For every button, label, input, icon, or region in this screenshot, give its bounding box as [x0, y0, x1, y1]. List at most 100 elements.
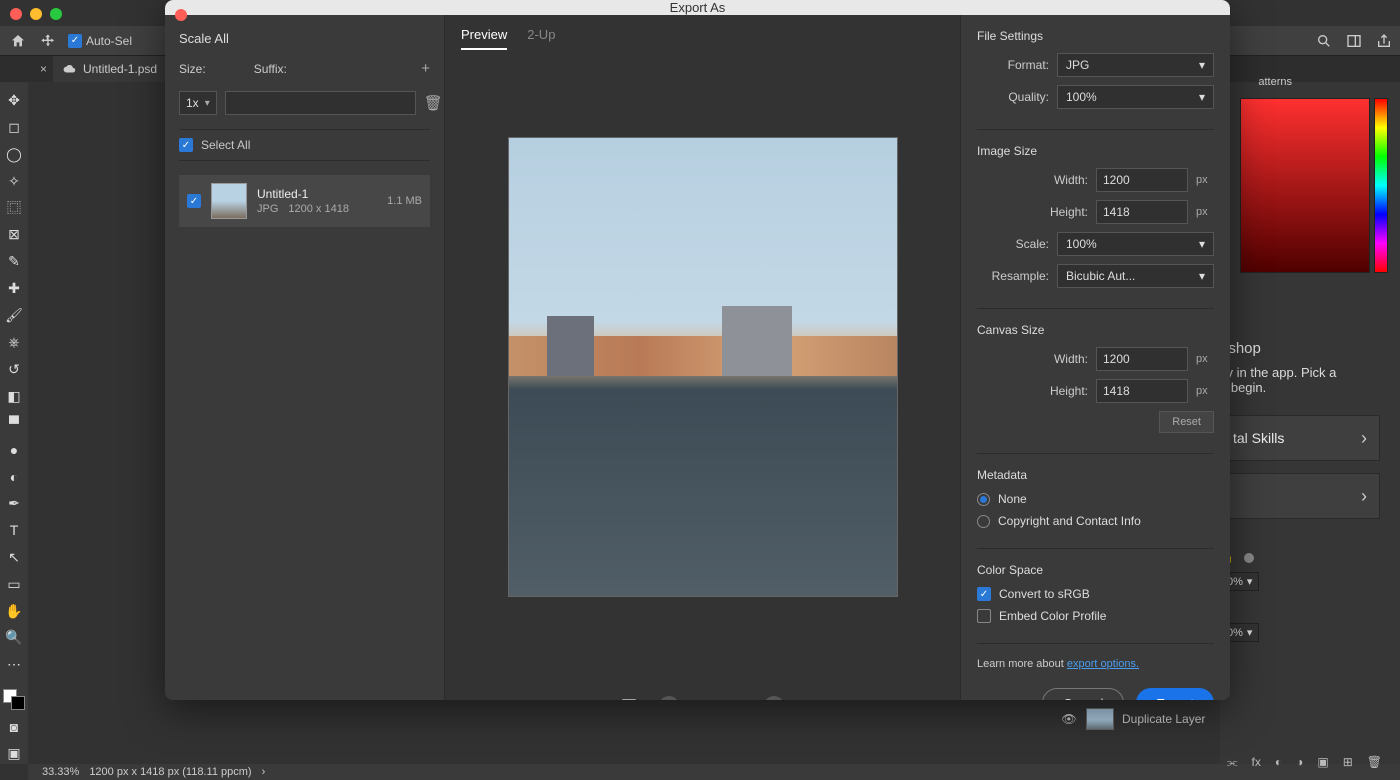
link-layers-icon[interactable]: ⫘ [1227, 755, 1238, 770]
new-layer-icon[interactable]: ⊞ [1343, 755, 1353, 770]
shape-tool-icon[interactable]: ▭ [3, 574, 25, 595]
resample-label: Resample: [977, 269, 1049, 283]
image-scale-dropdown[interactable]: 100%▾ [1057, 232, 1214, 256]
dialog-title: Export As [670, 0, 726, 15]
canvas-height-input[interactable] [1096, 379, 1188, 403]
adjustment-icon[interactable]: ◑ [1296, 755, 1303, 770]
reset-button[interactable]: Reset [1159, 411, 1214, 433]
search-icon[interactable] [1316, 33, 1332, 49]
add-scale-icon[interactable]: + [421, 60, 430, 77]
auto-select-checkbox[interactable]: ✓ Auto-Sel [68, 34, 132, 48]
healing-tool-icon[interactable]: ✚ [3, 278, 25, 299]
embed-profile-checkbox[interactable]: Embed Color Profile [977, 609, 1214, 623]
history-brush-icon[interactable]: ↺ [3, 359, 25, 380]
checkbox-checked-icon[interactable]: ✓ [179, 138, 193, 152]
minimize-icon[interactable] [30, 8, 42, 20]
checkbox-checked-icon[interactable]: ✓ [187, 194, 201, 208]
screen-mode-icon[interactable]: ▣ [3, 743, 25, 764]
delete-scale-icon[interactable]: 🗑 [424, 94, 443, 112]
fit-icon[interactable] [621, 698, 637, 700]
document-tab[interactable]: Untitled-1.psd [53, 56, 167, 82]
metadata-copyright-radio[interactable]: Copyright and Contact Info [977, 514, 1214, 528]
resample-dropdown[interactable]: Bicubic Aut...▾ [1057, 264, 1214, 288]
zoom-in-button[interactable]: + [764, 696, 784, 700]
zoom-out-button[interactable]: − [659, 696, 679, 700]
stamp-tool-icon[interactable]: ⎈ [3, 332, 25, 353]
tab-preview[interactable]: Preview [461, 27, 507, 50]
suffix-input[interactable] [225, 91, 416, 115]
type-tool-icon[interactable]: T [3, 520, 25, 541]
fx-icon[interactable]: fx [1252, 755, 1261, 770]
layer-row[interactable]: 👁 Duplicate Layer [1060, 708, 1380, 730]
panel-toggle-icon[interactable] [1346, 33, 1362, 49]
folder-icon[interactable]: ▣ [1317, 755, 1328, 770]
canvas-size-section: Canvas Size Width: px Height: px Reset [977, 323, 1214, 454]
visibility-icon[interactable]: 👁 [1060, 712, 1078, 726]
tab-close-icon[interactable]: × [40, 62, 47, 76]
radio-off-icon [977, 515, 990, 528]
chevron-right-icon: › [1361, 428, 1367, 449]
scale-panel: Scale All Size: Suffix: + 1x ▾ 🗑 ✓ Selec… [165, 15, 445, 700]
asset-row[interactable]: ✓ Untitled-1 JPG 1200 x 1418 1.1 MB [179, 175, 430, 227]
status-chevron-icon[interactable]: › [262, 766, 266, 778]
dialog-titlebar[interactable]: Export As [165, 0, 1230, 15]
hand-tool-icon[interactable]: ✋ [3, 601, 25, 622]
pen-tool-icon[interactable]: ✒ [3, 493, 25, 514]
marquee-tool-icon[interactable]: ◻ [3, 117, 25, 138]
color-swatches[interactable] [3, 689, 25, 710]
wand-tool-icon[interactable]: ✧ [3, 171, 25, 192]
eraser-tool-icon[interactable]: ◧ [3, 386, 25, 407]
path-tool-icon[interactable]: ↖ [3, 547, 25, 568]
move-tool-icon[interactable] [38, 31, 58, 51]
canvas-width-input[interactable] [1096, 347, 1188, 371]
hue-slider[interactable] [1374, 98, 1388, 273]
unit-label: px [1196, 385, 1214, 397]
zoom-tool-icon[interactable]: 🔍 [3, 628, 25, 649]
image-size-heading: Image Size [977, 144, 1214, 158]
trash-icon[interactable]: 🗑 [1367, 755, 1382, 770]
status-zoom[interactable]: 33.33% [42, 766, 79, 778]
home-icon[interactable] [8, 31, 28, 51]
image-width-input[interactable] [1096, 168, 1188, 192]
metadata-heading: Metadata [977, 468, 1214, 482]
more-tools-icon[interactable]: ⋯ [3, 654, 25, 675]
gradient-tool-icon[interactable]: ▀ [3, 413, 25, 434]
brush-tool-icon[interactable]: 🖌 [3, 305, 25, 326]
format-dropdown[interactable]: JPG▾ [1057, 53, 1214, 77]
move-tool-icon[interactable]: ✥ [3, 90, 25, 111]
frame-tool-icon[interactable]: ⊠ [3, 224, 25, 245]
patterns-tab[interactable]: atterns [1258, 76, 1292, 88]
embed-profile-label: Embed Color Profile [999, 609, 1106, 623]
scale-dropdown[interactable]: 1x ▾ [179, 91, 217, 115]
convert-srgb-checkbox[interactable]: ✓ Convert to sRGB [977, 587, 1214, 601]
tab-2up[interactable]: 2-Up [527, 27, 555, 50]
cancel-button[interactable]: Cancel [1042, 688, 1124, 700]
select-all-row[interactable]: ✓ Select All [179, 129, 430, 161]
tools-panel: ✥ ◻ ◯ ✧ ⿴ ⊠ ✎ ✚ 🖌 ⎈ ↺ ◧ ▀ ● ◐ ✒ T ↖ ▭ ✋ … [0, 82, 28, 764]
preview-canvas[interactable] [459, 60, 946, 674]
dodge-tool-icon[interactable]: ◐ [3, 466, 25, 487]
crop-tool-icon[interactable]: ⿴ [3, 198, 25, 219]
close-icon[interactable] [10, 8, 22, 20]
skills-button[interactable]: tal Skills › [1220, 415, 1380, 461]
select-all-label: Select All [201, 138, 250, 152]
eyedropper-tool-icon[interactable]: ✎ [3, 251, 25, 272]
canvas-height-label: Height: [1016, 384, 1088, 398]
lasso-tool-icon[interactable]: ◯ [3, 144, 25, 165]
size-label: Size: [179, 62, 206, 76]
export-button[interactable]: Export [1136, 688, 1214, 700]
color-picker-panel[interactable] [1240, 98, 1370, 273]
mask-icon[interactable]: ◐ [1275, 755, 1282, 770]
quality-dropdown[interactable]: 100%▾ [1057, 85, 1214, 109]
metadata-copyright-label: Copyright and Contact Info [998, 514, 1141, 528]
metadata-none-radio[interactable]: None [977, 492, 1214, 506]
quick-mask-icon[interactable]: ◙ [3, 716, 25, 737]
scale-value: 1x [186, 96, 199, 110]
image-height-input[interactable] [1096, 200, 1188, 224]
blur-tool-icon[interactable]: ● [3, 439, 25, 460]
skills-button-2[interactable]: › [1220, 473, 1380, 519]
export-options-link[interactable]: export options. [1067, 658, 1139, 670]
share-icon[interactable] [1376, 33, 1392, 49]
dialog-close-icon[interactable] [175, 9, 187, 21]
maximize-icon[interactable] [50, 8, 62, 20]
